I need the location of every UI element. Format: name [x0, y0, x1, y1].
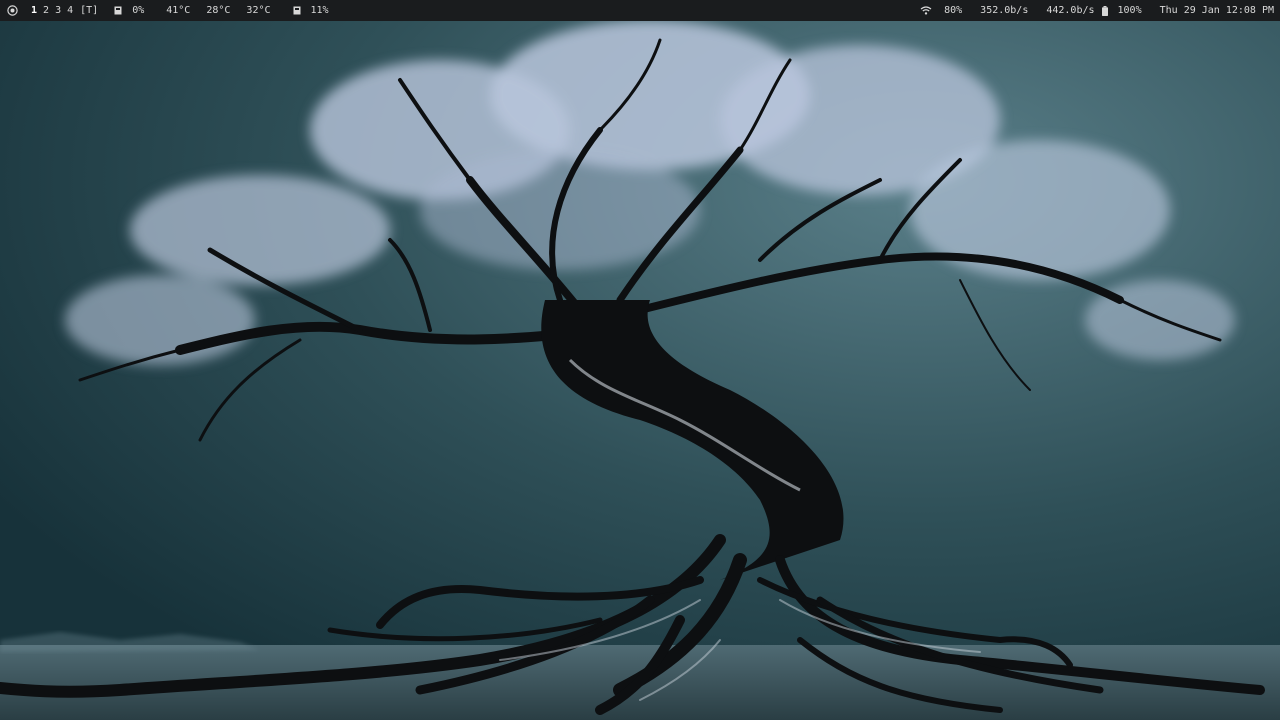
wifi-widget[interactable]: 80% — [920, 0, 962, 21]
workspace-1[interactable]: 1 — [31, 0, 37, 21]
status-bar-right: 80% 352.0b/s 442.0b/s 100% Thu 29 Jan 12… — [920, 0, 1274, 21]
temperature-3: 32°C — [246, 5, 271, 16]
clock[interactable]: Thu 29 Jan 12:08 PM — [1160, 0, 1274, 21]
workspace-3[interactable]: 3 — [55, 0, 61, 21]
workspace-list: 1234 — [31, 0, 79, 21]
workspace-4[interactable]: 4 — [67, 0, 73, 21]
wifi-icon — [920, 6, 932, 15]
chip-icon — [114, 6, 122, 15]
wallpaper — [0, 0, 1280, 720]
launcher-icon[interactable] — [7, 5, 18, 16]
battery-level: 100% — [1117, 5, 1142, 16]
status-bar-left: 1234 [T] 0% 41°C 28°C 32°C 11% — [7, 0, 329, 21]
network-download: 352.0b/s — [980, 5, 1029, 16]
temperature-1: 41°C — [166, 5, 191, 16]
status-bar: 1234 [T] 0% 41°C 28°C 32°C 11% 80% 352.0… — [0, 0, 1280, 21]
temperature-2: 28°C — [206, 5, 231, 16]
layout-indicator[interactable]: [T] — [80, 0, 98, 21]
wifi-strength: 80% — [944, 5, 963, 16]
memory-icon — [293, 6, 301, 15]
battery-widget[interactable]: 100% — [1101, 0, 1142, 21]
network-upload: 442.0b/s — [1046, 5, 1095, 16]
battery-icon — [1101, 5, 1108, 16]
memory-widget: 11% — [293, 0, 329, 21]
cpu-widget: 0% — [114, 0, 144, 21]
memory-usage: 11% — [310, 5, 329, 16]
desktop: 1234 [T] 0% 41°C 28°C 32°C 11% 80% 352.0… — [0, 0, 1280, 720]
cpu-usage: 0% — [132, 5, 145, 16]
workspace-2[interactable]: 2 — [43, 0, 49, 21]
